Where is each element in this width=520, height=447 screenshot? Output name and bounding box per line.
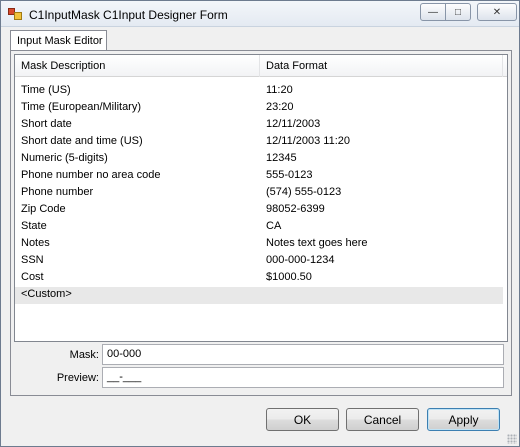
- table-row[interactable]: Phone number no area code 555-0123: [15, 168, 507, 185]
- column-header-mask-description[interactable]: Mask Description: [21, 60, 105, 72]
- grid-header: Mask Description Data Format: [15, 55, 507, 77]
- data-format-cell: CA: [266, 220, 282, 232]
- mask-description-cell: State: [21, 220, 47, 232]
- mask-description-cell: Zip Code: [21, 203, 66, 215]
- preview-input[interactable]: __-___: [102, 367, 504, 388]
- table-row[interactable]: State CA: [15, 219, 507, 236]
- table-row[interactable]: Notes Notes text goes here: [15, 236, 507, 253]
- data-format-cell: (574) 555-0123: [266, 186, 342, 198]
- data-format-cell: 000-000-1234: [266, 254, 335, 266]
- maximize-button[interactable]: □: [445, 3, 471, 21]
- tab-input-mask-editor[interactable]: Input Mask Editor: [10, 30, 107, 51]
- mask-description-cell: Short date: [21, 118, 72, 130]
- data-format-cell: 12345: [266, 152, 297, 164]
- minimize-button[interactable]: —: [420, 3, 446, 21]
- column-header-data-format[interactable]: Data Format: [266, 60, 327, 72]
- window-title: C1InputMask C1Input Designer Form: [29, 8, 228, 22]
- maximize-icon: □: [454, 6, 462, 18]
- table-row[interactable]: Numeric (5-digits) 12345: [15, 151, 507, 168]
- data-format-cell: 12/11/2003: [266, 118, 321, 130]
- mask-description-cell: Time (European/Military): [21, 101, 142, 113]
- grid-rows: Time (US) 11:20 Time (European/Military) 23…: [15, 83, 507, 304]
- mask-description-cell: Notes: [21, 237, 50, 249]
- mask-description-cell: <Custom>: [21, 288, 72, 300]
- data-format-cell: 98052-6399: [266, 203, 325, 215]
- mask-description-cell: Cost: [21, 271, 44, 283]
- column-separator[interactable]: [502, 55, 503, 77]
- app-icon: [8, 8, 22, 20]
- data-format-cell: 555-0123: [266, 169, 313, 181]
- mask-input[interactable]: 00-000: [102, 344, 504, 365]
- close-icon: ✕: [492, 6, 502, 18]
- mask-description-cell: SSN: [21, 254, 44, 266]
- table-row[interactable]: Time (US) 11:20: [15, 83, 507, 100]
- data-format-cell: 12/11/2003 11:20: [266, 135, 351, 147]
- data-format-cell: 11:20: [266, 84, 293, 96]
- title-bar[interactable]: C1InputMask C1Input Designer Form — □ ✕: [1, 1, 519, 27]
- cancel-button[interactable]: Cancel: [346, 408, 419, 431]
- table-row[interactable]: Time (European/Military) 23:20: [15, 100, 507, 117]
- table-row[interactable]: Zip Code 98052-6399: [15, 202, 507, 219]
- table-row[interactable]: SSN 000-000-1234: [15, 253, 507, 270]
- close-button[interactable]: ✕: [477, 3, 517, 21]
- preview-label: Preview:: [56, 372, 99, 384]
- table-row[interactable]: Cost $1000.50: [15, 270, 507, 287]
- table-row[interactable]: Phone number (574) 555-0123: [15, 185, 507, 202]
- table-row[interactable]: Short date 12/11/2003: [15, 117, 507, 134]
- designer-window: C1InputMask C1Input Designer Form — □ ✕ …: [0, 0, 520, 447]
- table-row[interactable]: <Custom>: [15, 287, 503, 304]
- mask-description-cell: Phone number: [21, 186, 94, 198]
- mask-description-cell: Phone number no area code: [21, 169, 161, 181]
- mask-description-cell: Short date and time (US): [21, 135, 143, 147]
- mask-label: Mask:: [69, 349, 99, 361]
- resize-grip[interactable]: [507, 434, 517, 444]
- apply-button[interactable]: Apply: [427, 408, 500, 431]
- mask-description-cell: Numeric (5-digits): [21, 152, 108, 164]
- mask-description-cell: Time (US): [21, 84, 71, 96]
- data-format-cell: Notes text goes here: [266, 237, 368, 249]
- data-format-cell: 23:20: [266, 101, 294, 113]
- minimize-icon: —: [428, 6, 438, 18]
- data-format-cell: $1000.50: [266, 271, 312, 283]
- ok-button[interactable]: OK: [266, 408, 339, 431]
- column-separator[interactable]: [259, 55, 260, 77]
- tab-panel: Mask Description Data Format Time (US) 11…: [10, 50, 512, 396]
- table-row[interactable]: Short date and time (US) 12/11/2003 11:20: [15, 134, 507, 151]
- mask-grid[interactable]: Mask Description Data Format Time (US) 11…: [14, 54, 508, 342]
